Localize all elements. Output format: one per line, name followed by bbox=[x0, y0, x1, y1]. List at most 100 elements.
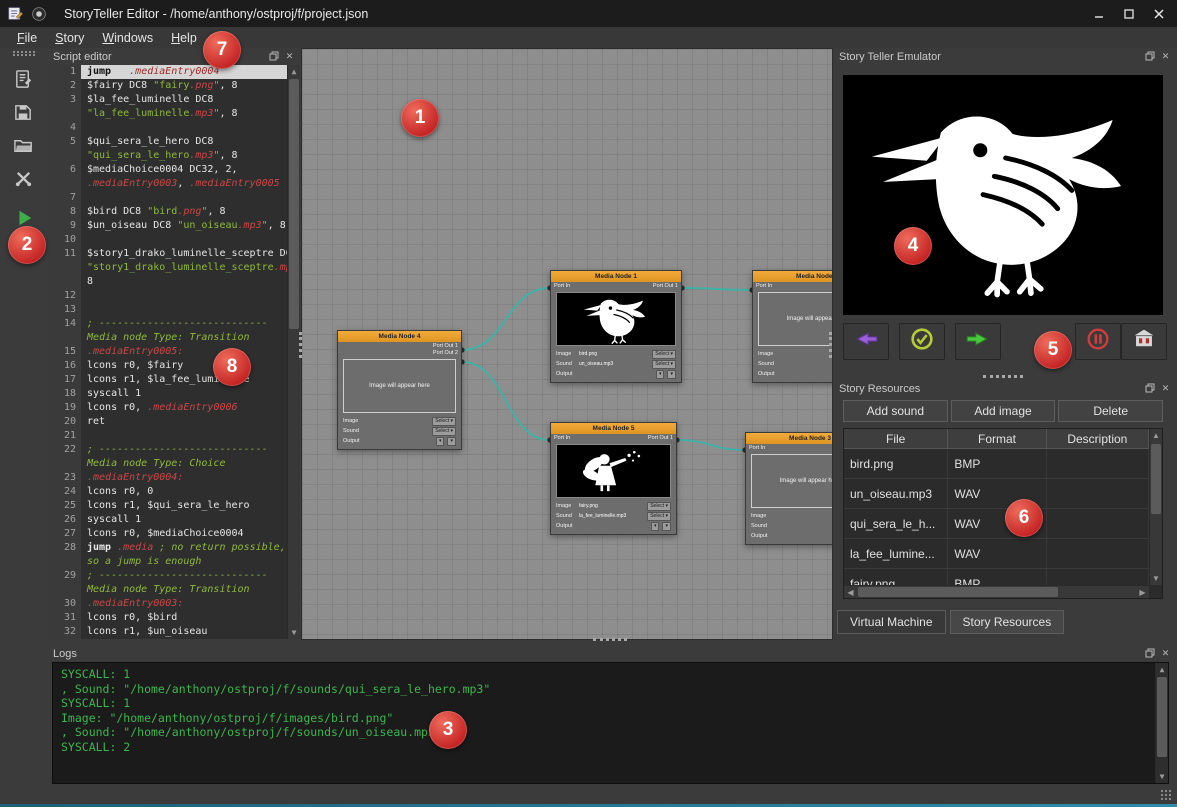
close-panel-icon[interactable]: ✕ bbox=[1160, 648, 1171, 659]
node-title[interactable]: Media Node 4 bbox=[338, 331, 461, 342]
select-image-button[interactable]: Select ▾ bbox=[652, 350, 676, 359]
scroll-right-arrow[interactable]: ▶ bbox=[1136, 586, 1149, 599]
table-row[interactable]: bird.pngBMP bbox=[844, 449, 1149, 479]
close-panel-icon[interactable]: ✕ bbox=[1160, 383, 1171, 394]
table-row[interactable]: qui_sera_le_h...WAV bbox=[844, 509, 1149, 539]
close-button[interactable] bbox=[1147, 4, 1171, 24]
table-scroll-thumb[interactable] bbox=[1151, 444, 1161, 514]
code-line[interactable]: 26syscall 1 bbox=[48, 513, 287, 527]
tab-story-resources[interactable]: Story Resources bbox=[950, 610, 1065, 634]
code-line[interactable]: 18syscall 1 bbox=[48, 387, 287, 401]
code-line[interactable]: 1jump .mediaEntry0004 bbox=[48, 65, 287, 79]
port-out-label[interactable]: Port Out 1 bbox=[653, 283, 678, 290]
table-row[interactable]: un_oiseau.mp3WAV bbox=[844, 479, 1149, 509]
node-title[interactable]: Media Node 3 bbox=[746, 433, 833, 444]
node-title[interactable]: Media Node 1 bbox=[551, 271, 681, 282]
log-output[interactable]: SYSCALL: 1, Sound: "/home/anthony/ostpro… bbox=[52, 662, 1169, 784]
logs-scroll-thumb[interactable] bbox=[1157, 677, 1167, 757]
table-hscroll-thumb[interactable] bbox=[858, 587, 1058, 597]
splitter-handle[interactable] bbox=[829, 332, 833, 358]
delete-button[interactable]: Delete bbox=[1058, 400, 1163, 422]
code-line[interactable]: 5$qui_sera_le_hero DC8 "qui_sera_le_hero… bbox=[48, 135, 287, 163]
port-in-label[interactable]: Port In bbox=[749, 445, 765, 452]
table-vertical-scrollbar[interactable]: ▲ ▼ bbox=[1149, 429, 1162, 585]
media-node[interactable]: Media Node 3Port InImage will appear her… bbox=[745, 432, 833, 545]
table-row[interactable]: fairy.pngBMP bbox=[844, 569, 1149, 585]
scroll-down-arrow[interactable]: ▼ bbox=[1150, 572, 1162, 585]
splitter-handle[interactable] bbox=[593, 638, 627, 642]
logs-vertical-scrollbar[interactable]: ▲ ▼ bbox=[1155, 663, 1168, 783]
select-image-button[interactable]: Select ▾ bbox=[432, 417, 456, 426]
code-line[interactable]: 19lcons r0, .mediaEntry0006 bbox=[48, 401, 287, 415]
close-panel-icon[interactable]: ✕ bbox=[1160, 51, 1171, 62]
select-sound-button[interactable]: Select ▾ bbox=[432, 427, 456, 436]
pause-button[interactable] bbox=[1075, 323, 1121, 360]
code-line[interactable]: 16lcons r0, $fairy bbox=[48, 359, 287, 373]
media-node[interactable]: Media Node 4Port Out 1Port Out 2Image wi… bbox=[337, 330, 462, 450]
toolbar-drag-handle[interactable] bbox=[13, 51, 35, 56]
code-line[interactable]: 9$un_oiseau DC8 "un_oiseau.mp3", 8 bbox=[48, 219, 287, 233]
float-panel-icon[interactable] bbox=[1144, 51, 1155, 62]
code-line[interactable]: 14; ---------------------------- Media n… bbox=[48, 317, 287, 345]
node-title[interactable]: Media Node 2 bbox=[753, 271, 833, 282]
save-button[interactable] bbox=[8, 99, 40, 131]
previous-button[interactable] bbox=[843, 323, 889, 360]
table-horizontal-scrollbar[interactable]: ◀ ▶ bbox=[844, 585, 1149, 598]
column-header-file[interactable]: File bbox=[844, 429, 948, 449]
ok-button[interactable] bbox=[899, 323, 945, 360]
minimize-button[interactable] bbox=[1087, 4, 1111, 24]
code-line[interactable]: 12 bbox=[48, 289, 287, 303]
output-select-button[interactable]: ▾ bbox=[662, 522, 671, 531]
open-button[interactable] bbox=[8, 132, 40, 164]
home-button[interactable] bbox=[1121, 323, 1167, 360]
scroll-up-arrow[interactable]: ▲ bbox=[288, 65, 300, 78]
tab-virtual-machine[interactable]: Virtual Machine bbox=[837, 610, 946, 634]
port-in-label[interactable]: Port In bbox=[554, 435, 570, 442]
float-panel-icon[interactable] bbox=[1144, 383, 1155, 394]
code-line[interactable]: 8$bird DC8 "bird.png", 8 bbox=[48, 205, 287, 219]
script-editor[interactable]: 1jump .mediaEntry00042$fairy DC8 "fairy.… bbox=[48, 65, 300, 639]
table-row[interactable]: la_fee_lumine...WAV bbox=[844, 539, 1149, 569]
code-line[interactable]: 29; ---------------------------- Media n… bbox=[48, 569, 287, 597]
float-panel-icon[interactable] bbox=[1144, 648, 1155, 659]
port-out-label[interactable]: Port Out 1 bbox=[648, 435, 673, 442]
add-sound-button[interactable]: Add sound bbox=[843, 400, 948, 422]
port-out-label[interactable]: Port Out 1Port Out 2 bbox=[433, 343, 458, 357]
add-image-button[interactable]: Add image bbox=[951, 400, 1056, 422]
float-panel-icon[interactable] bbox=[268, 51, 279, 62]
splitter-handle[interactable] bbox=[299, 332, 303, 358]
menu-file[interactable]: File bbox=[8, 29, 46, 47]
code-line[interactable]: 28jump .media ; no return possible, so a… bbox=[48, 541, 287, 569]
scroll-down-arrow[interactable]: ▼ bbox=[1156, 770, 1168, 783]
scroll-down-arrow[interactable]: ▼ bbox=[288, 626, 300, 639]
code-line[interactable]: 3$la_fee_luminelle DC8 "la_fee_luminelle… bbox=[48, 93, 287, 121]
output-select-button[interactable]: ▾ bbox=[651, 522, 660, 531]
column-header-format[interactable]: Format bbox=[948, 429, 1046, 449]
code-line[interactable]: 23.mediaEntry0004: bbox=[48, 471, 287, 485]
select-sound-button[interactable]: Select ▾ bbox=[652, 360, 676, 369]
select-sound-button[interactable]: Select ▾ bbox=[647, 512, 671, 521]
scroll-up-arrow[interactable]: ▲ bbox=[1156, 663, 1168, 676]
code-line[interactable]: 6$mediaChoice0004 DC32, 2, .mediaEntry00… bbox=[48, 163, 287, 191]
resize-grip[interactable] bbox=[1160, 789, 1173, 802]
code-line[interactable]: 22; ---------------------------- Media n… bbox=[48, 443, 287, 471]
code-line[interactable]: 2$fairy DC8 "fairy.png", 8 bbox=[48, 79, 287, 93]
output-select-button[interactable]: ▾ bbox=[436, 437, 445, 446]
node-graph-canvas[interactable]: Media Node 4Port Out 1Port Out 2Image wi… bbox=[301, 48, 833, 640]
code-line[interactable]: 30.mediaEntry0003: bbox=[48, 597, 287, 611]
media-node[interactable]: Media Node 2Port InImage will appear her… bbox=[752, 270, 833, 383]
code-line[interactable]: 24lcons r0, 0 bbox=[48, 485, 287, 499]
media-node[interactable]: Media Node 1Port InPort Out 1Imagebird.p… bbox=[550, 270, 682, 383]
output-select-button[interactable]: ▾ bbox=[667, 370, 676, 379]
code-line[interactable]: 32lcons r1, $un_oiseau bbox=[48, 625, 287, 639]
menu-windows[interactable]: Windows bbox=[93, 29, 162, 47]
scroll-up-arrow[interactable]: ▲ bbox=[1150, 429, 1162, 442]
code-line[interactable]: 20ret bbox=[48, 415, 287, 429]
node-title[interactable]: Media Node 5 bbox=[551, 423, 676, 434]
menu-story[interactable]: Story bbox=[46, 29, 93, 47]
port-in-label[interactable]: Port In bbox=[756, 283, 772, 290]
output-select-button[interactable]: ▾ bbox=[447, 437, 456, 446]
code-line[interactable]: 27lcons r0, $mediaChoice0004 bbox=[48, 527, 287, 541]
close-panel-icon[interactable]: ✕ bbox=[284, 51, 295, 62]
code-line[interactable]: 25lcons r1, $qui_sera_le_hero bbox=[48, 499, 287, 513]
